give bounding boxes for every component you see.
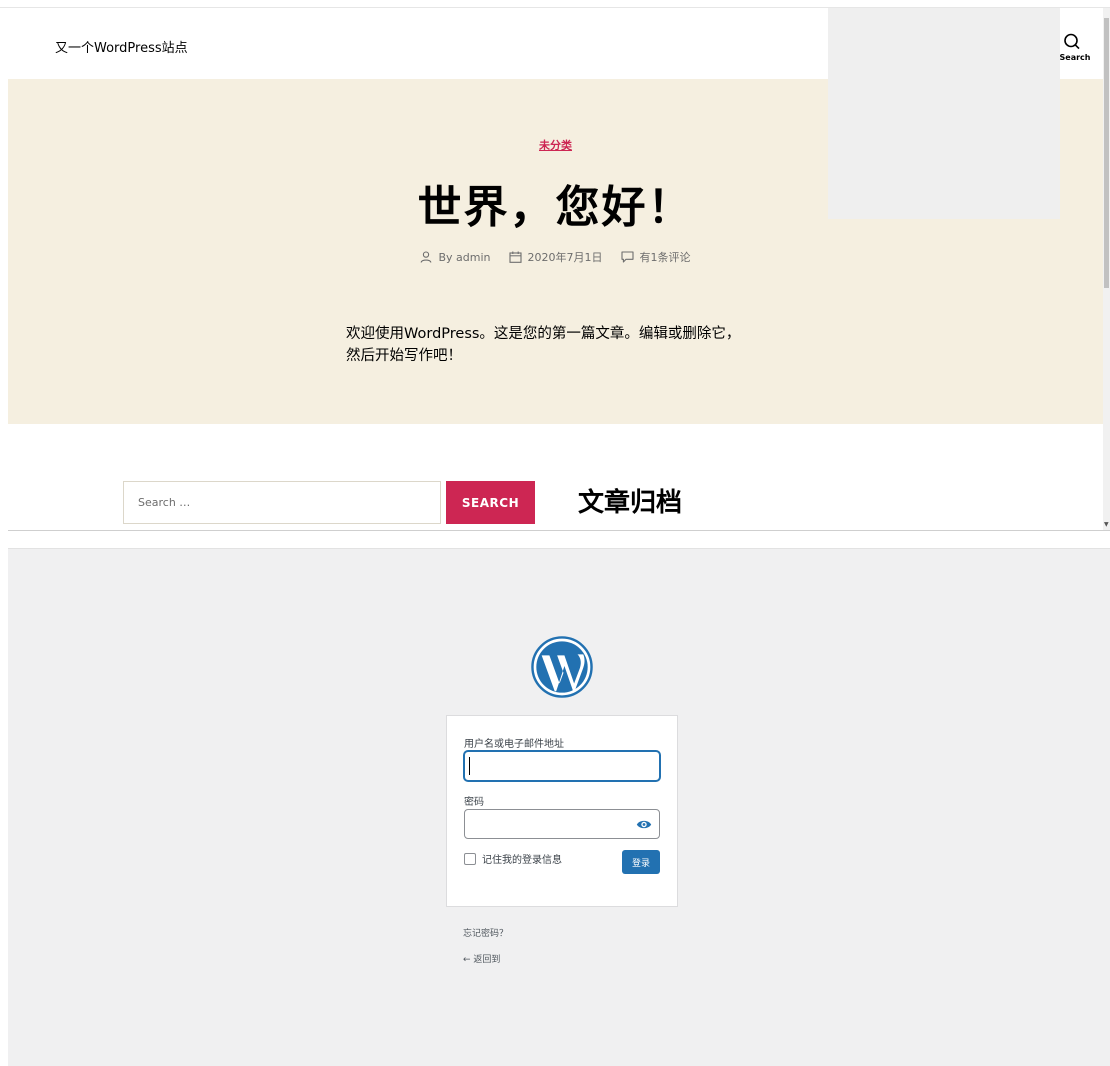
- date-text[interactable]: 2020年7月1日: [528, 249, 603, 265]
- password-label: 密码: [464, 797, 484, 808]
- dropdown-overlay: [828, 8, 1060, 219]
- remember-me-label[interactable]: 记住我的登录信息: [482, 851, 562, 866]
- calendar-icon: [508, 251, 522, 263]
- eye-icon: [636, 820, 652, 828]
- search-input[interactable]: [123, 481, 441, 524]
- meta-author[interactable]: By admin: [420, 249, 491, 265]
- author-text[interactable]: By admin: [438, 251, 490, 264]
- back-to-site-link[interactable]: ← 返回到: [463, 952, 500, 965]
- search-button[interactable]: SEARCH: [446, 481, 535, 524]
- comment-icon: [620, 251, 634, 263]
- meta-comments[interactable]: 有1条评论: [620, 249, 691, 265]
- scrollbar-thumb[interactable]: [1104, 18, 1109, 288]
- login-button[interactable]: 登录: [622, 850, 660, 874]
- login-form: 用户名或电子邮件地址 密码 记住我的登录信息 登录: [446, 715, 678, 907]
- lost-password-link[interactable]: 忘记密码？: [463, 926, 508, 939]
- post-meta: By admin 2020年7月1日 有1条评论: [8, 249, 1103, 265]
- search-toggle-label: Search: [1059, 53, 1091, 62]
- login-page: 用户名或电子邮件地址 密码 记住我的登录信息 登录 忘记密码？ ← 返回到: [8, 548, 1110, 1066]
- pane-gap: [0, 531, 1110, 548]
- archive-widget-title: 文章归档: [578, 488, 683, 518]
- login-top-line: [8, 548, 1110, 549]
- search-icon: [1064, 33, 1080, 50]
- blog-frame: 又一个WordPress站点 未分类 世界，您好！ By admin 2020年…: [8, 8, 1103, 530]
- remember-me-checkbox[interactable]: [464, 853, 476, 865]
- show-password-button[interactable]: [634, 815, 654, 833]
- meta-date[interactable]: 2020年7月1日: [508, 249, 603, 265]
- search-toggle-button[interactable]: Search: [1052, 33, 1092, 69]
- user-icon: [421, 251, 432, 263]
- excerpt-line-1: 欢迎使用WordPress。这是您的第一篇文章。编辑或删除它，: [346, 326, 741, 342]
- username-input[interactable]: [464, 751, 660, 781]
- scroll-down-arrow-icon[interactable]: ▼: [1104, 521, 1109, 528]
- wordpress-logo-icon[interactable]: [531, 636, 593, 698]
- comments-text[interactable]: 有1条评论: [640, 249, 691, 265]
- post-excerpt: 欢迎使用WordPress。这是您的第一篇文章。编辑或删除它， 然后开始写作吧！: [346, 323, 776, 367]
- username-label: 用户名或电子邮件地址: [464, 739, 564, 750]
- text-cursor: [469, 757, 470, 775]
- excerpt-line-2: 然后开始写作吧！: [346, 348, 462, 364]
- scrollbar[interactable]: ▼: [1103, 8, 1110, 530]
- password-input[interactable]: [464, 809, 660, 839]
- site-title[interactable]: 又一个WordPress站点: [55, 37, 188, 56]
